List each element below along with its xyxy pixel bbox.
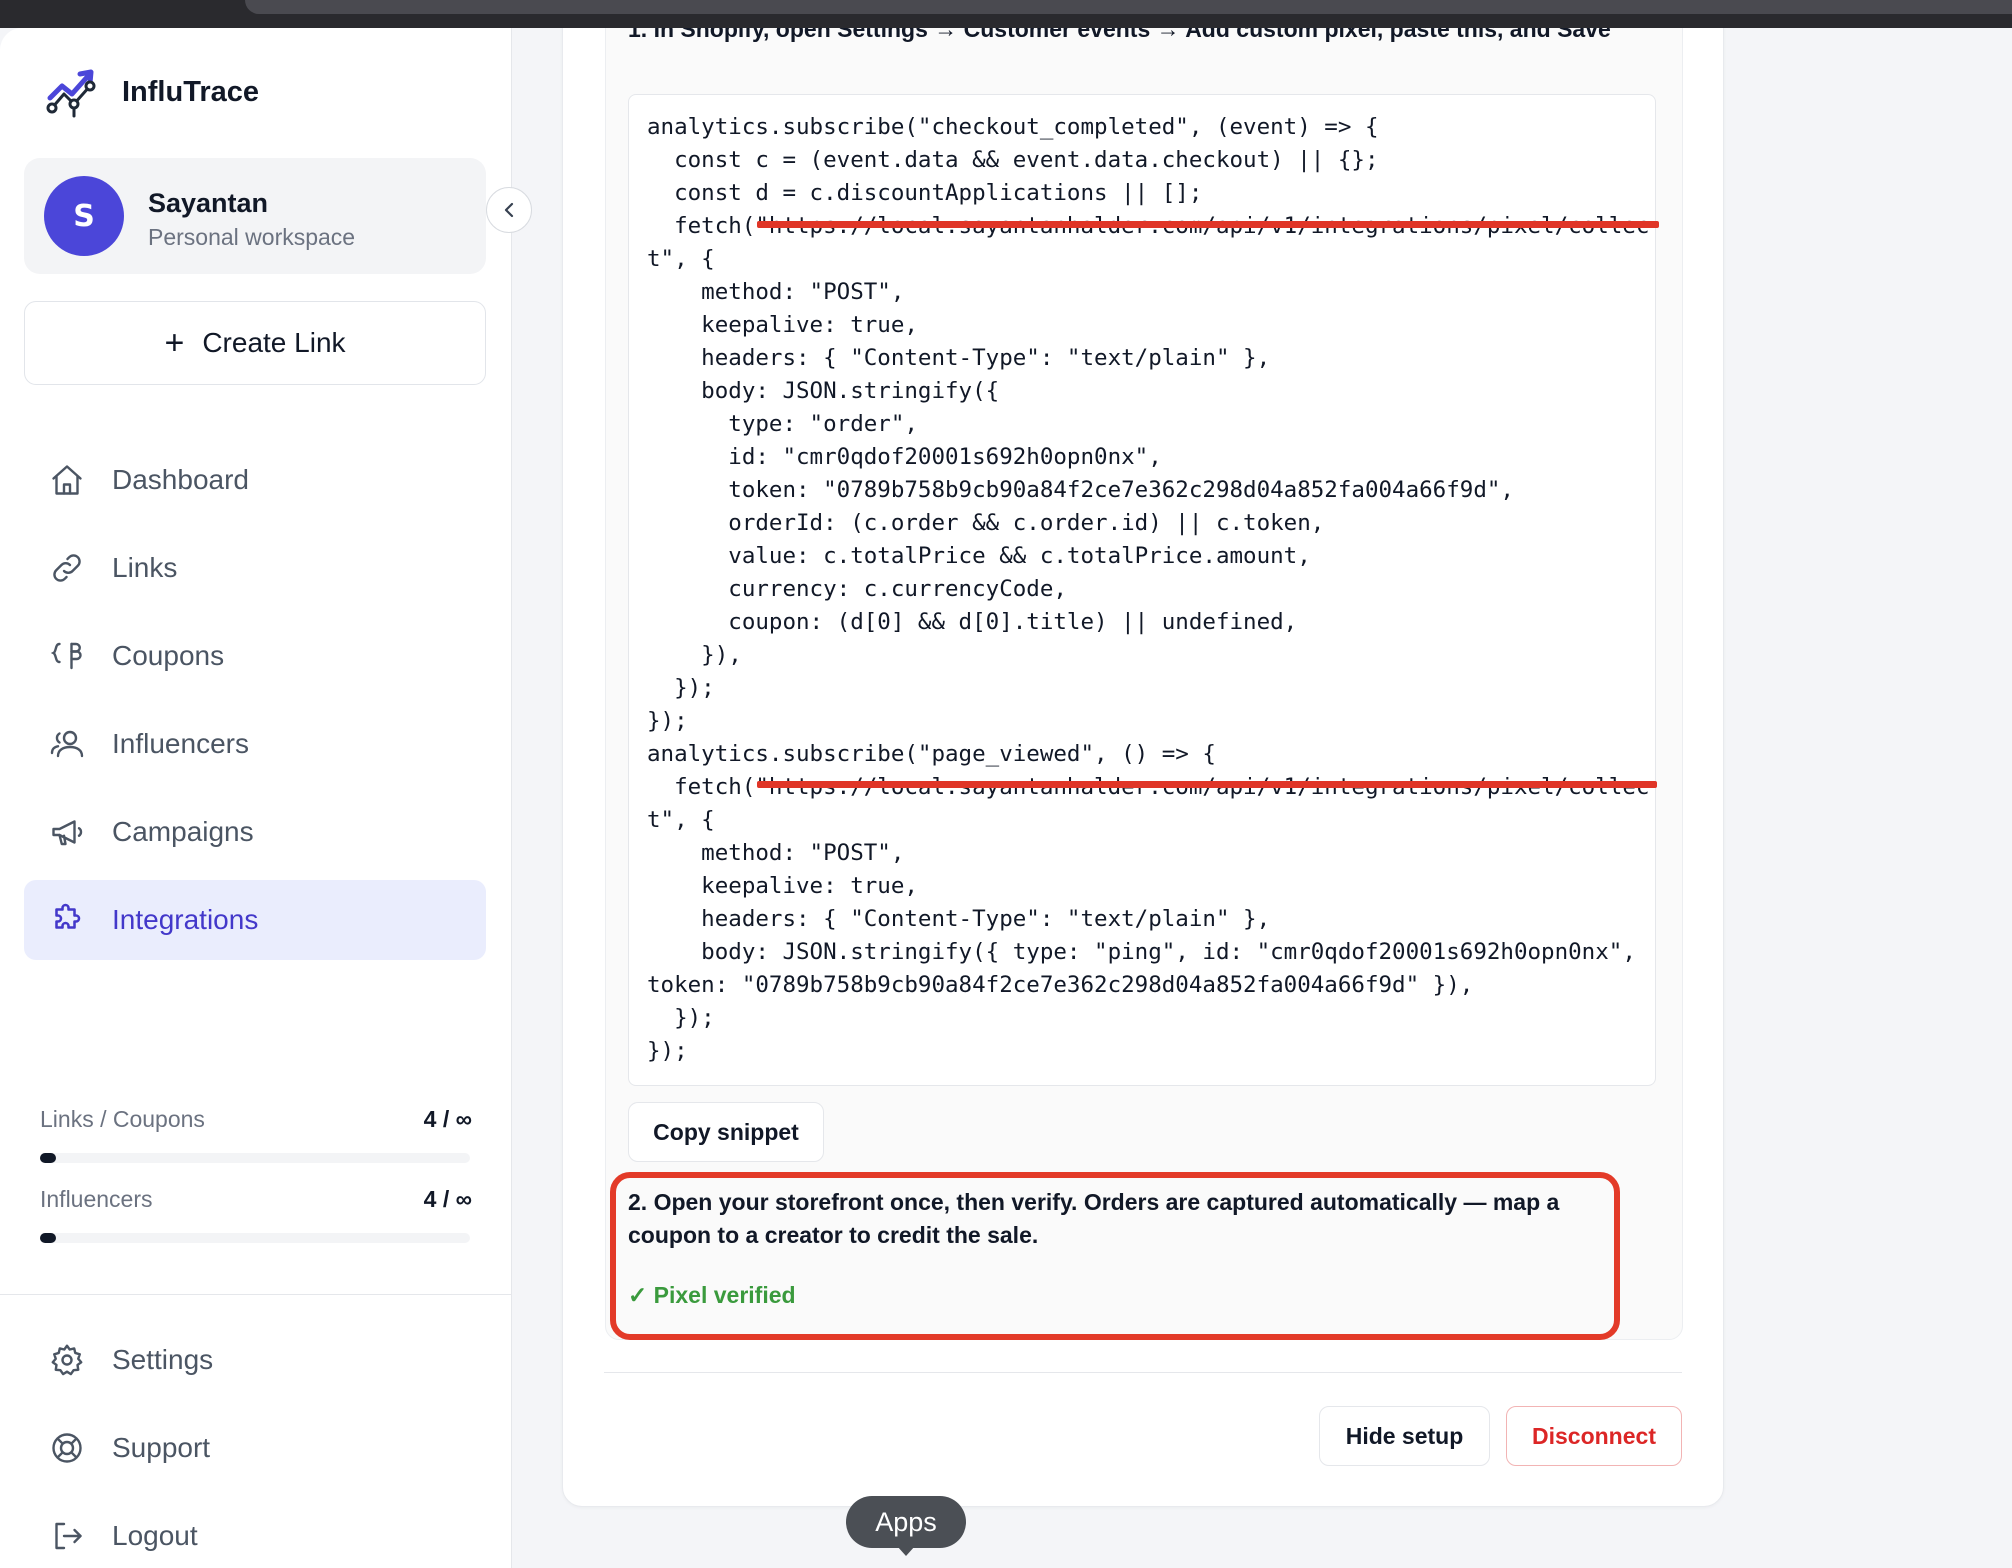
browser-top-bar bbox=[0, 0, 2012, 28]
workspace-subtitle: Personal workspace bbox=[148, 224, 356, 250]
usage-label: Influencers bbox=[40, 1186, 153, 1212]
disconnect-button[interactable]: Disconnect bbox=[1506, 1406, 1682, 1466]
apps-tooltip: Apps bbox=[846, 1496, 966, 1548]
code-line: analytics.subscribe("checkout_completed"… bbox=[647, 114, 1379, 140]
megaphone-icon bbox=[48, 813, 86, 851]
usage-progress-fill bbox=[40, 1233, 56, 1243]
code-line: }); bbox=[647, 708, 688, 734]
code-line: headers: { "Content-Type": "text/plain" … bbox=[647, 906, 1271, 932]
sidebar-item-label: Coupons bbox=[112, 640, 225, 671]
app-logo[interactable]: InfluTrace bbox=[44, 64, 259, 120]
create-link-label: Create Link bbox=[202, 327, 346, 358]
coupon-icon bbox=[48, 637, 86, 675]
sidebar: InfluTrace S Sayantan Personal workspace… bbox=[0, 28, 512, 1568]
link-icon bbox=[48, 549, 86, 587]
main-nav: Dashboard Links Coupons Influencers Camp… bbox=[24, 440, 486, 968]
browser-tab-strip bbox=[245, 0, 2012, 14]
collapse-sidebar-button[interactable] bbox=[486, 187, 532, 233]
code-line: keepalive: true, bbox=[647, 312, 918, 338]
sidebar-item-influencers[interactable]: Influencers bbox=[24, 704, 486, 784]
sidebar-item-settings[interactable]: Settings bbox=[24, 1320, 486, 1400]
code-line: id: "cmr0qdof20001s692h0opn0nx", bbox=[647, 444, 1162, 470]
code-line: const d = c.discountApplications || []; bbox=[647, 180, 1203, 206]
create-link-button[interactable]: + Create Link bbox=[24, 301, 486, 385]
code-line: body: JSON.stringify({ type: "ping", id:… bbox=[647, 939, 1636, 965]
card-divider bbox=[604, 1372, 1682, 1373]
usage-value: 4 / ∞ bbox=[423, 1106, 472, 1132]
chevron-left-icon bbox=[504, 202, 514, 218]
code-line: orderId: (c.order && c.order.id) || c.to… bbox=[647, 510, 1325, 536]
code-line: method: "POST", bbox=[647, 279, 905, 305]
sidebar-item-logout[interactable]: Logout bbox=[24, 1496, 486, 1568]
lifebuoy-icon bbox=[48, 1429, 86, 1467]
sidebar-item-label: Integrations bbox=[112, 904, 259, 935]
sidebar-item-label: Settings bbox=[112, 1344, 214, 1375]
code-line: coupon: (d[0] && d[0].title) || undefine… bbox=[647, 609, 1298, 635]
sidebar-item-dashboard[interactable]: Dashboard bbox=[24, 440, 486, 520]
code-line: value: c.totalPrice && c.totalPrice.amou… bbox=[647, 543, 1311, 569]
code-snippet: analytics.subscribe("checkout_completed"… bbox=[647, 111, 1649, 1068]
usage-links-coupons: Links / Coupons 4 / ∞ bbox=[40, 1106, 472, 1163]
code-line: const c = (event.data && event.data.chec… bbox=[647, 147, 1379, 173]
sidebar-item-integrations[interactable]: Integrations bbox=[24, 880, 486, 960]
gear-icon bbox=[48, 1341, 86, 1379]
usage-progress-bar bbox=[40, 1153, 470, 1163]
redaction-mark bbox=[757, 781, 1657, 788]
code-line: headers: { "Content-Type": "text/plain" … bbox=[647, 345, 1271, 371]
code-line: t", { bbox=[647, 246, 715, 272]
usage-influencers: Influencers 4 / ∞ bbox=[40, 1186, 472, 1243]
workspace-card[interactable]: S Sayantan Personal workspace bbox=[24, 158, 486, 274]
code-line: keepalive: true, bbox=[647, 873, 918, 899]
code-line: method: "POST", bbox=[647, 840, 905, 866]
influencers-icon bbox=[48, 725, 86, 763]
copy-snippet-button[interactable]: Copy snippet bbox=[628, 1102, 824, 1162]
sidebar-item-label: Logout bbox=[112, 1520, 198, 1551]
code-snippet-box[interactable]: analytics.subscribe("checkout_completed"… bbox=[628, 94, 1659, 1086]
code-line: }), bbox=[647, 642, 742, 668]
sidebar-item-label: Dashboard bbox=[112, 464, 249, 495]
workspace-name: Sayantan bbox=[148, 188, 269, 218]
puzzle-icon bbox=[48, 901, 86, 939]
code-line: type: "order", bbox=[647, 411, 918, 437]
hide-setup-button[interactable]: Hide setup bbox=[1319, 1406, 1490, 1466]
redaction-mark bbox=[757, 221, 1659, 228]
code-line: t", { bbox=[647, 807, 715, 833]
sidebar-item-campaigns[interactable]: Campaigns bbox=[24, 792, 486, 872]
code-line: body: JSON.stringify({ bbox=[647, 378, 1000, 404]
code-line: }); bbox=[647, 1038, 688, 1064]
code-line: }); bbox=[647, 675, 715, 701]
home-icon bbox=[48, 461, 86, 499]
sidebar-item-label: Support bbox=[112, 1432, 211, 1463]
usage-progress-bar bbox=[40, 1233, 470, 1243]
bottom-nav: Settings Support Logout bbox=[24, 1320, 486, 1568]
sidebar-item-support[interactable]: Support bbox=[24, 1408, 486, 1488]
usage-progress-fill bbox=[40, 1153, 56, 1163]
sidebar-item-links[interactable]: Links bbox=[24, 528, 486, 608]
code-line: token: "0789b758b9cb90a84f2ce7e362c298d0… bbox=[647, 972, 1474, 998]
code-line: currency: c.currencyCode, bbox=[647, 576, 1067, 602]
annotation-highlight-box bbox=[610, 1172, 1620, 1340]
plus-icon: + bbox=[164, 323, 185, 362]
sidebar-item-coupons[interactable]: Coupons bbox=[24, 616, 486, 696]
code-line: token: "0789b758b9cb90a84f2ce7e362c298d0… bbox=[647, 477, 1514, 503]
sidebar-item-label: Campaigns bbox=[112, 816, 254, 847]
logo-icon bbox=[46, 69, 96, 118]
sidebar-item-label: Links bbox=[112, 552, 178, 583]
code-line: }); bbox=[647, 1005, 715, 1031]
avatar: S bbox=[44, 176, 124, 256]
usage-label: Links / Coupons bbox=[40, 1106, 205, 1132]
tooltip-tail bbox=[897, 1546, 915, 1556]
usage-value: 4 / ∞ bbox=[423, 1186, 472, 1212]
sidebar-divider bbox=[0, 1294, 512, 1295]
sidebar-item-label: Influencers bbox=[112, 728, 249, 759]
logout-icon bbox=[48, 1517, 86, 1555]
code-line: analytics.subscribe("page_viewed", () =>… bbox=[647, 741, 1216, 767]
app-name: InfluTrace bbox=[122, 75, 259, 108]
